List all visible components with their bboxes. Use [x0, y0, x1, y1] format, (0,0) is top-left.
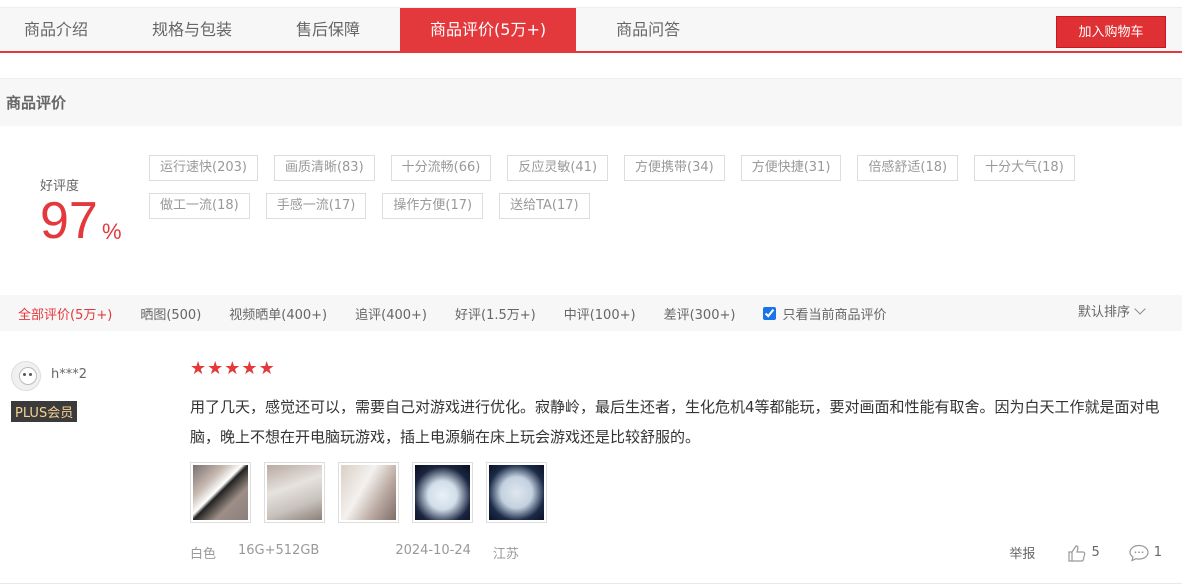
product-tabs: 商品介绍 规格与包装 售后保障 商品评价(5万+) 商品问答 [0, 8, 720, 52]
add-to-cart-button[interactable]: 加入购物车 [1056, 16, 1166, 48]
tab-specs-packaging[interactable]: 规格与包装 [128, 8, 256, 52]
review-tag[interactable]: 运行速快(203) [149, 155, 258, 181]
review-tag[interactable]: 反应灵敏(41) [507, 155, 609, 181]
review-tag[interactable]: 倍感舒适(18) [857, 155, 959, 181]
avatar [11, 361, 41, 391]
star-icon: ★ [224, 358, 241, 379]
review-filters: 全部评价(5万+) 晒图(500) 视频晒单(400+) 追评(400+) 好评… [18, 295, 886, 331]
section-title: 商品评价 [0, 78, 1182, 126]
filter-neutral[interactable]: 中评(100+) [564, 304, 636, 323]
filter-all[interactable]: 全部评价(5万+) [18, 304, 112, 323]
sort-dropdown[interactable]: 默认排序 [1077, 295, 1146, 331]
only-current-product-toggle[interactable]: 只看当前商品评价 [763, 304, 886, 323]
review-tag[interactable]: 方便携带(34) [624, 155, 725, 181]
thumbs-up-icon [1068, 544, 1086, 562]
product-tabbar: 商品介绍 规格与包装 售后保障 商品评价(5万+) 商品问答 加入购物车 [0, 7, 1182, 53]
review-user: h***2 PLUS会员 [11, 361, 87, 422]
review-actions: 举报 5 1 [1009, 543, 1162, 562]
review-photo-thumbnail[interactable] [190, 462, 251, 523]
review-item: h***2 PLUS会员 ★ ★ ★ ★ ★ 用了几天，感觉还可以，需要自己对游… [0, 340, 1182, 584]
plus-member-badge: PLUS会员 [11, 401, 78, 422]
review-photo-thumbnail[interactable] [338, 462, 399, 523]
review-meta: 白色 16G+512GB 2024-10-24 江苏 [190, 543, 541, 562]
tag-row-2: 做工一流(18) 手感一流(17) 操作方便(17) 送给TA(17) [149, 193, 1179, 219]
review-tag[interactable]: 手感一流(17) [265, 193, 367, 219]
product-color: 白色 [190, 547, 217, 562]
review-photo-thumbnail[interactable] [412, 462, 473, 523]
review-tag[interactable]: 做工一流(18) [149, 193, 250, 219]
filter-videos[interactable]: 视频晒单(400+) [229, 304, 327, 323]
star-icon: ★ [190, 358, 207, 379]
tab-qa[interactable]: 商品问答 [592, 8, 704, 52]
review-tag[interactable]: 十分大气(18) [974, 155, 1075, 181]
chevron-down-icon [1134, 303, 1146, 315]
review-tag[interactable]: 送给TA(17) [499, 193, 590, 219]
review-tag[interactable]: 十分流畅(66) [390, 155, 492, 181]
review-photo-thumbnail[interactable] [264, 462, 325, 523]
review-location: 江苏 [492, 547, 519, 562]
review-content: 用了几天，感觉还可以，需要自己对游戏进行优化。寂静岭，最后生还者，生化危机4等都… [190, 398, 1160, 446]
like-button[interactable]: 5 [1067, 544, 1100, 562]
tab-product-intro[interactable]: 商品介绍 [0, 8, 112, 52]
like-count: 5 [1091, 545, 1100, 560]
only-current-product-checkbox[interactable] [763, 306, 777, 320]
sort-label: 默认排序 [1077, 305, 1130, 320]
tab-reviews[interactable]: 商品评价(5万+) [400, 8, 577, 52]
review-date: 2024-10-24 [395, 543, 471, 558]
product-spec: 16G+512GB [238, 543, 320, 558]
username: h***2 [51, 367, 88, 382]
tab-after-sales[interactable]: 售后保障 [272, 8, 384, 52]
comment-bubble-icon [1129, 544, 1149, 562]
comment-count: 1 [1153, 545, 1162, 560]
star-icon: ★ [241, 358, 258, 379]
tag-row-1: 运行速快(203) 画质清晰(83) 十分流畅(66) 反应灵敏(41) 方便携… [149, 155, 1179, 181]
comment-button[interactable]: 1 [1128, 544, 1162, 562]
review-filter-bar: 全部评价(5万+) 晒图(500) 视频晒单(400+) 追评(400+) 好评… [0, 295, 1182, 331]
review-tag[interactable]: 操作方便(17) [382, 193, 484, 219]
review-tag[interactable]: 画质清晰(83) [273, 155, 375, 181]
review-tag[interactable]: 方便快捷(31) [740, 155, 842, 181]
report-link[interactable]: 举报 [1009, 543, 1035, 562]
star-rating: ★ ★ ★ ★ ★ [190, 360, 276, 378]
filter-followup[interactable]: 追评(400+) [355, 304, 427, 323]
filter-negative[interactable]: 差评(300+) [664, 304, 736, 323]
filter-photos[interactable]: 晒图(500) [140, 304, 201, 323]
positive-rate: 好评度 97 % [40, 175, 140, 250]
star-icon: ★ [258, 358, 275, 379]
review-photos [190, 462, 560, 523]
filter-positive[interactable]: 好评(1.5万+) [455, 304, 536, 323]
positive-rate-value: 97 [40, 192, 98, 250]
review-photo-thumbnail[interactable] [486, 462, 547, 523]
positive-rate-unit: % [102, 219, 122, 244]
review-tags: 运行速快(203) 画质清晰(83) 十分流畅(66) 反应灵敏(41) 方便携… [149, 155, 1179, 231]
star-icon: ★ [207, 358, 224, 379]
only-current-product-label: 只看当前商品评价 [782, 307, 887, 323]
